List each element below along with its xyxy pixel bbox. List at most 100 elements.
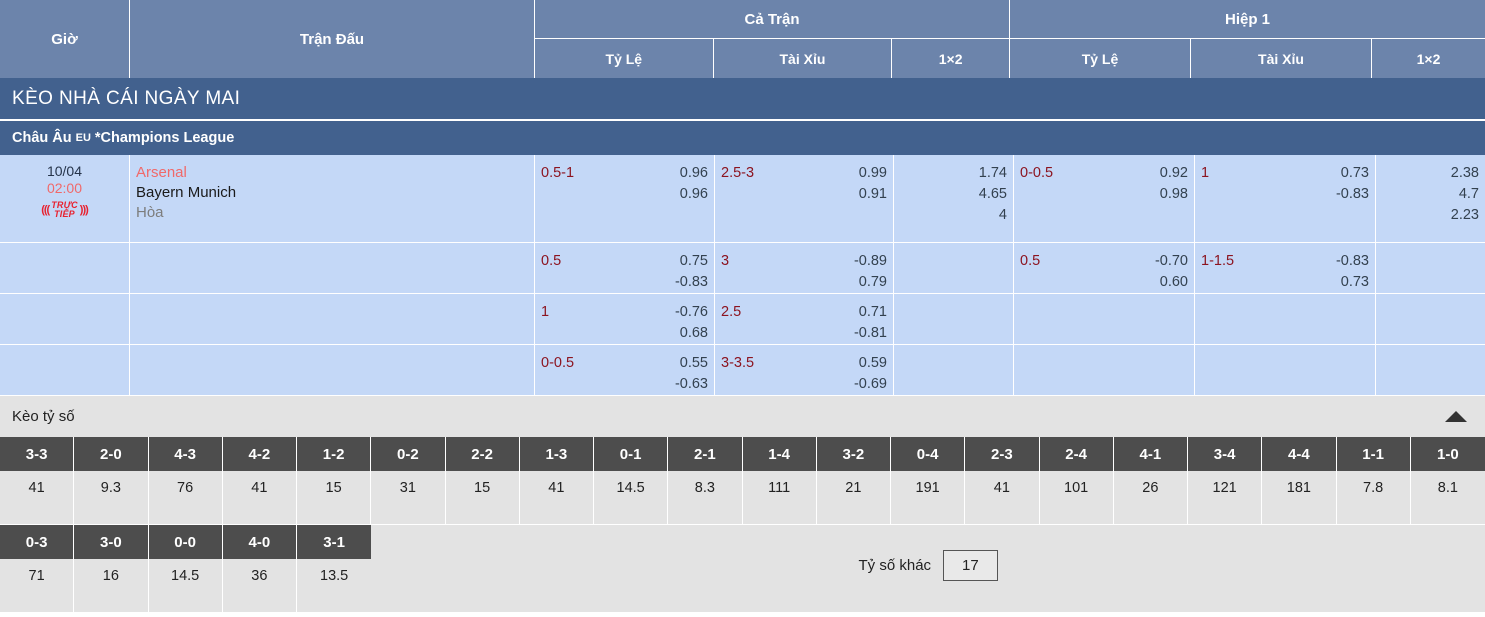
handicap-line: 0.5 [1020, 253, 1041, 269]
score-column[interactable]: 0-2 31 [371, 437, 446, 524]
away-team-name: Bayern Munich [136, 184, 237, 201]
odds-value: 0.91 [858, 186, 887, 202]
odds-value: 0.73 [1340, 274, 1369, 290]
odds-ft-handicap-2[interactable]: 1 -0.76 0.68 [535, 294, 715, 345]
odds-ft-overunder-2[interactable]: 2.5 0.71 -0.81 [715, 294, 894, 345]
score-column[interactable]: 4-2 41 [222, 437, 297, 524]
score-column[interactable]: 3-3 41 [0, 437, 75, 524]
column-header-time-label: Giờ [51, 30, 78, 48]
odds-ft-overunder-0[interactable]: 2.5-3 0.99 0.91 [715, 155, 894, 243]
odds-value: -0.83 [1335, 253, 1369, 269]
live-badge[interactable]: ((( TRỰC TIẾP ))) [41, 201, 89, 219]
match-time-cell-empty [0, 243, 130, 294]
odds-ft-overunder-1[interactable]: 3 -0.89 0.79 [715, 243, 894, 294]
overunder-line: 1 [1201, 165, 1210, 181]
page-title-banner: KÈO NHÀ CÁI NGÀY MAI [0, 78, 1485, 119]
score-label: 2-0 [74, 437, 148, 471]
other-score-area: Tỷ số khác 17 [371, 525, 1485, 612]
odds-h1-1x2-0[interactable]: 2.38 4.7 2.23 [1376, 155, 1485, 243]
subheader-h1-handicap: Tỷ Lệ [1010, 39, 1191, 78]
odds-h1-handicap-1[interactable]: 0.5 -0.70 0.60 [1014, 243, 1195, 294]
score-column[interactable]: 2-2 15 [445, 437, 520, 524]
score-odd-value: 13.5 [297, 559, 372, 612]
score-column[interactable]: 4-4 181 [1262, 437, 1337, 524]
odds-ft-overunder-3[interactable]: 3-3.5 0.59 -0.69 [715, 345, 894, 396]
odds-h1-handicap-3 [1014, 345, 1195, 396]
score-odd-value: 41 [965, 471, 1039, 524]
score-column[interactable]: 1-1 7.8 [1336, 437, 1411, 524]
page-title: KÈO NHÀ CÁI NGÀY MAI [12, 87, 241, 109]
score-odd-value: 36 [222, 559, 296, 612]
chevron-up-icon[interactable] [1445, 411, 1467, 422]
odds-ft-1x2-0[interactable]: 1.74 4.65 4 [894, 155, 1014, 243]
odds-value-away: 4 [998, 207, 1007, 223]
odds-ft-handicap-3[interactable]: 0-0.5 0.55 -0.63 [535, 345, 715, 396]
score-odd-value: 15 [445, 471, 519, 524]
score-column[interactable]: 0-3 71 [0, 525, 75, 612]
other-score-value[interactable]: 17 [943, 550, 998, 581]
match-teams-cell[interactable]: Arsenal Bayern Munich Hòa [130, 155, 535, 243]
score-odd-value: 191 [891, 471, 965, 524]
score-label: 2-3 [965, 437, 1039, 471]
score-column[interactable]: 1-2 15 [297, 437, 372, 524]
league-header-row[interactable]: Châu Âu EU *Champions League [0, 119, 1485, 155]
odds-h1-overunder-0[interactable]: 1 0.73 -0.83 [1195, 155, 1376, 243]
score-odd-value: 41 [0, 471, 74, 524]
odds-ft-handicap-1[interactable]: 0.5 0.75 -0.83 [535, 243, 715, 294]
correct-score-header[interactable]: Kèo tỷ số [0, 396, 1485, 437]
score-column[interactable]: 0-0 14.5 [148, 525, 223, 612]
score-column[interactable]: 2-0 9.3 [74, 437, 149, 524]
table-header: Giờ Trận Đấu Cả Trận Tỷ Lệ Tài Xỉu 1×2 H… [0, 0, 1485, 78]
score-column[interactable]: 0-4 191 [891, 437, 966, 524]
odds-value: 0.96 [679, 186, 708, 202]
correct-score-title: Kèo tỷ số [12, 408, 75, 425]
score-column[interactable]: 1-3 41 [519, 437, 594, 524]
column-header-match-label: Trận Đấu [299, 30, 365, 48]
score-column[interactable]: 1-0 8.1 [1410, 437, 1485, 524]
score-odd-value: 41 [519, 471, 593, 524]
score-label: 3-0 [74, 525, 148, 559]
odds-h1-overunder-1[interactable]: 1-1.5 -0.83 0.73 [1195, 243, 1376, 294]
score-grid-row-1: 3-3 41 2-0 9.3 4-3 76 4-2 41 1-2 15 0-2 31 2-2 15 1-3 4… [0, 437, 1485, 524]
score-column[interactable]: 2-4 101 [1039, 437, 1114, 524]
odds-value: 0.79 [858, 274, 887, 290]
odds-h1-handicap-0[interactable]: 0-0.5 0.92 0.98 [1014, 155, 1195, 243]
score-column[interactable]: 2-1 8.3 [668, 437, 743, 524]
odds-value: 0.55 [679, 355, 708, 371]
odds-h1-1x2-1 [1376, 243, 1485, 294]
score-label: 3-2 [816, 437, 890, 471]
score-odd-value: 111 [742, 471, 816, 524]
score-column[interactable]: 4-3 76 [148, 437, 223, 524]
odds-h1-overunder-3 [1195, 345, 1376, 396]
score-label: 1-4 [742, 437, 816, 471]
odds-value: -0.69 [853, 376, 887, 392]
score-label: 4-3 [148, 437, 222, 471]
odds-value: 0.75 [679, 253, 708, 269]
correct-score-section: Kèo tỷ số 3-3 41 2-0 9.3 4-3 76 4-2 41 1-2 15 0-2 3… [0, 396, 1485, 612]
home-team-name: Arsenal [136, 164, 187, 181]
score-column[interactable]: 3-2 21 [816, 437, 891, 524]
overunder-line: 3-3.5 [721, 355, 755, 371]
score-column[interactable]: 3-4 121 [1188, 437, 1263, 524]
score-column[interactable]: 3-0 16 [74, 525, 149, 612]
match-teams-cell-empty [130, 294, 535, 345]
odds-value-away: 2.23 [1450, 207, 1479, 223]
match-teams-cell-empty [130, 345, 535, 396]
odds-ft-handicap-0[interactable]: 0.5-1 0.96 0.96 [535, 155, 715, 243]
score-label: 1-0 [1410, 437, 1485, 471]
score-column[interactable]: 4-0 36 [222, 525, 297, 612]
odds-ft-1x2-3 [894, 345, 1014, 396]
score-odd-value: 9.3 [74, 471, 148, 524]
column-group-fulltime: Cả Trận Tỷ Lệ Tài Xỉu 1×2 [535, 0, 1010, 78]
score-column[interactable]: 4-1 26 [1113, 437, 1188, 524]
odds-value: 0.60 [1159, 274, 1188, 290]
score-column[interactable]: 2-3 41 [965, 437, 1040, 524]
score-label: 1-2 [297, 437, 371, 471]
handicap-line: 1 [541, 304, 550, 320]
score-column[interactable]: 3-1 13.5 [297, 525, 372, 612]
score-column[interactable]: 1-4 111 [742, 437, 817, 524]
subheader-ft-overunder: Tài Xỉu [714, 39, 893, 78]
score-odd-value: 76 [148, 471, 222, 524]
score-column[interactable]: 0-1 14.5 [594, 437, 669, 524]
score-label: 1-1 [1336, 437, 1410, 471]
